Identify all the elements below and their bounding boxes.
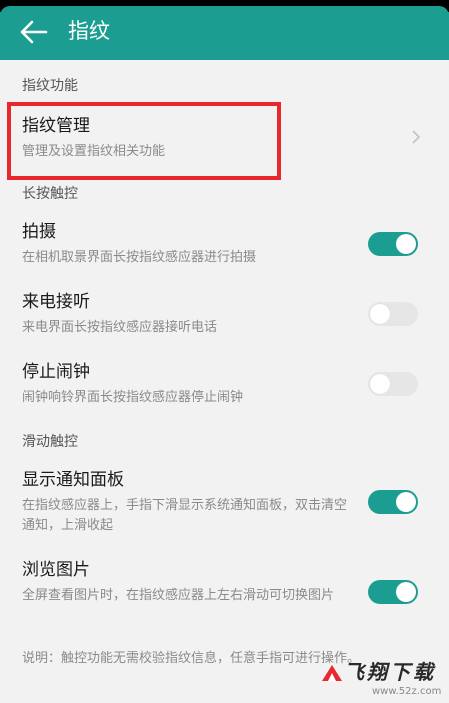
stop-alarm-item[interactable]: 停止闹钟 闹钟响铃界面长按指纹感应器停止闹钟: [0, 356, 449, 416]
answer-call-toggle[interactable]: [368, 302, 418, 326]
browse-pictures-title: 浏览图片: [22, 560, 90, 580]
watermark-url: www.52z.com: [372, 686, 442, 697]
capture-subtitle: 在相机取景界面长按指纹感应器进行拍摄: [22, 250, 257, 265]
section-header-fingerprint-functions: 指纹功能: [22, 78, 78, 94]
capture-toggle[interactable]: [368, 232, 418, 256]
notification-panel-item[interactable]: 显示通知面板 在指纹感应器上，手指下滑显示系统通知面板，双击清空通知，上滑收起: [0, 464, 449, 538]
section-header-long-press: 长按触控: [22, 186, 78, 202]
stop-alarm-subtitle: 闹钟响铃界面长按指纹感应器停止闹钟: [22, 390, 244, 405]
watermark: 飞翔下载 www.52z.com: [318, 659, 446, 703]
toggle-knob: [396, 234, 416, 254]
status-bar-notch: [0, 0, 449, 16]
stop-alarm-title: 停止闹钟: [22, 362, 90, 382]
back-arrow-icon[interactable]: [18, 18, 50, 46]
capture-title: 拍摄: [22, 222, 56, 242]
browse-pictures-item[interactable]: 浏览图片 全屏查看图片时，在指纹感应器上左右滑动可切换图片: [0, 554, 449, 628]
fingerprint-management-title: 指纹管理: [22, 116, 90, 136]
toggle-knob: [370, 304, 390, 324]
toggle-knob: [370, 374, 390, 394]
logo-icon: [322, 665, 342, 681]
fingerprint-management-subtitle: 管理及设置指纹相关功能: [22, 144, 166, 159]
section-header-swipe: 滑动触控: [22, 434, 78, 450]
fingerprint-management-item[interactable]: 指纹管理 管理及设置指纹相关功能: [0, 104, 449, 180]
chevron-right-icon: [412, 130, 421, 144]
stop-alarm-toggle[interactable]: [368, 372, 418, 396]
browse-pictures-toggle[interactable]: [368, 580, 418, 604]
toggle-knob: [396, 492, 416, 512]
answer-call-item[interactable]: 来电接听 来电界面长按指纹感应器接听电话: [0, 286, 449, 346]
toggle-knob: [396, 582, 416, 602]
notification-panel-title: 显示通知面板: [22, 470, 124, 490]
notification-panel-toggle[interactable]: [368, 490, 418, 514]
notification-panel-subtitle: 在指纹感应器上，手指下滑显示系统通知面板，双击清空通知，上滑收起: [22, 498, 348, 533]
watermark-text: 飞翔下载: [344, 660, 436, 684]
capture-item[interactable]: 拍摄 在相机取景界面长按指纹感应器进行拍摄: [0, 216, 449, 276]
answer-call-subtitle: 来电界面长按指纹感应器接听电话: [22, 320, 218, 335]
page-title: 指纹: [68, 19, 110, 43]
answer-call-title: 来电接听: [22, 292, 90, 312]
browse-pictures-subtitle: 全屏查看图片时，在指纹感应器上左右滑动可切换图片: [22, 588, 335, 603]
